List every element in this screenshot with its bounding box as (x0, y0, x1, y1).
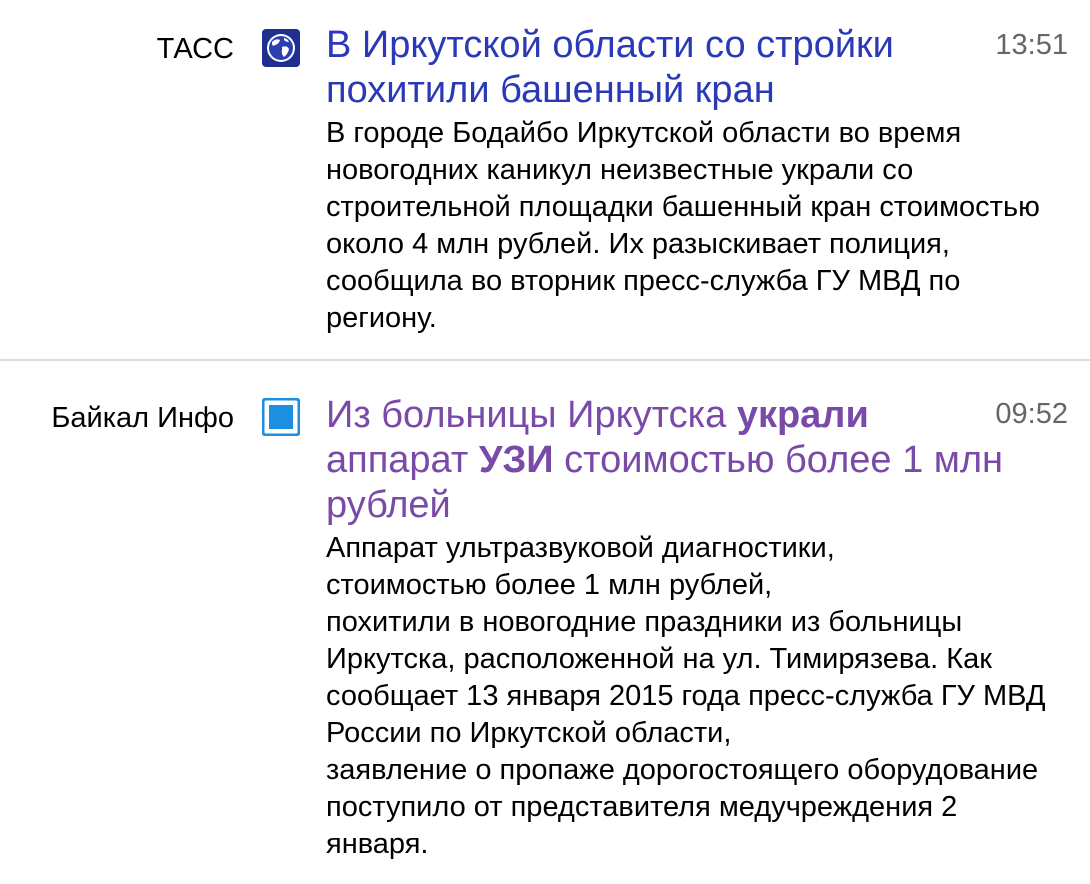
title-text: В Иркутской области со стройки похитили … (326, 24, 894, 111)
news-source[interactable]: ТАСС (157, 33, 234, 66)
blue-square-icon (262, 398, 300, 436)
title-text: Из больницы Иркутска (326, 394, 737, 436)
news-snippet: В городе Бодайбо Иркутской области во вр… (326, 115, 1066, 337)
globe-icon (262, 29, 300, 67)
divider (0, 359, 1090, 361)
news-title-link[interactable]: Из больницы Иркутска украли аппарат УЗИ … (326, 393, 1046, 528)
title-text: аппарат (326, 439, 479, 481)
snippet-line: похитили в новогодние праздники из больн… (326, 606, 1046, 749)
news-snippet: Аппарат ультразвуковой диагностики, стои… (326, 530, 1066, 863)
snippet-line: Аппарат ультразвуковой диагностики, (326, 532, 835, 564)
news-time: 09:52 (995, 398, 1068, 430)
news-time: 13:51 (995, 29, 1068, 61)
snippet-line: стоимостью более 1 млн рублей, (326, 569, 773, 601)
title-highlight: УЗИ (478, 439, 554, 481)
news-title-link[interactable]: В Иркутской области со стройки похитили … (326, 23, 966, 113)
title-highlight: украли (736, 394, 869, 436)
news-source[interactable]: Байкал Инфо (51, 402, 234, 435)
snippet-line: заявление о пропаже дорогостоящего обору… (326, 754, 1039, 860)
snippet-line: В городе Бодайбо Иркутской области во вр… (326, 117, 1040, 334)
